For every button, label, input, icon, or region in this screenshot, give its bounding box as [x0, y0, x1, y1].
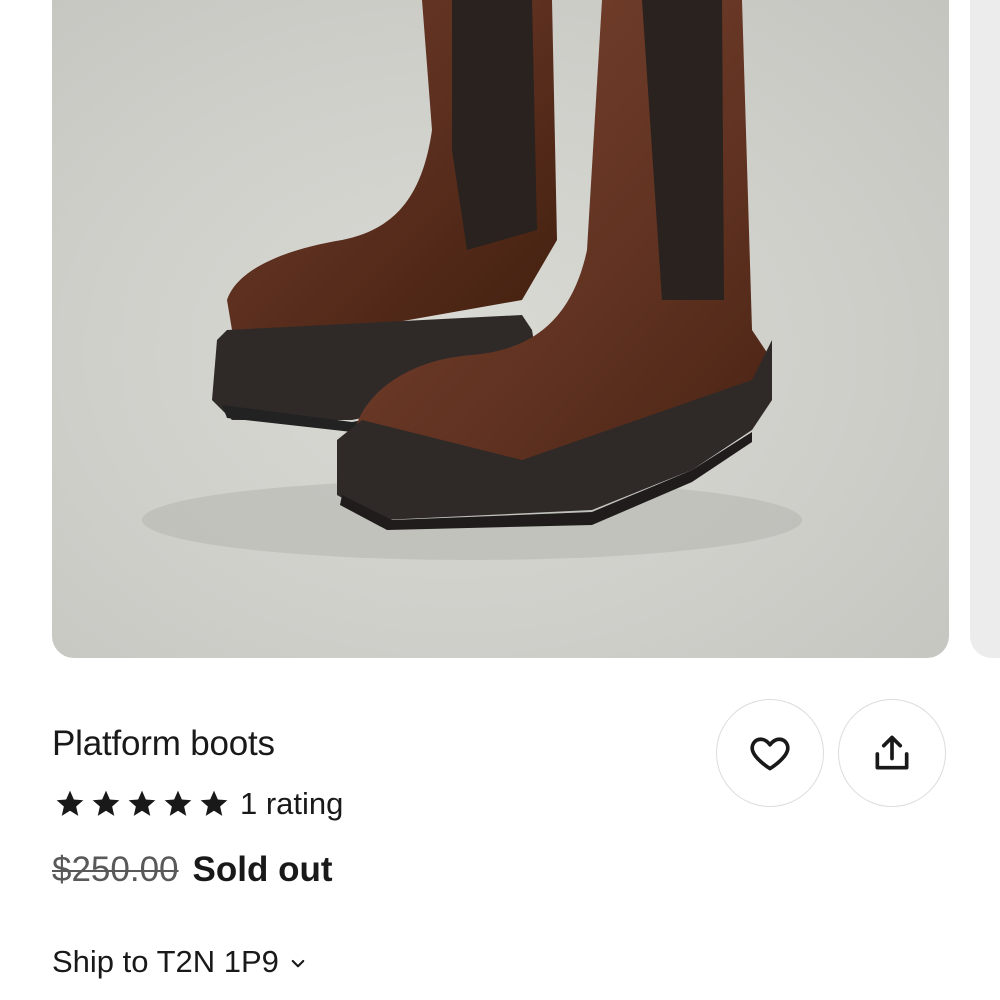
- product-image-carousel[interactable]: [0, 0, 1000, 660]
- star-icon: [164, 790, 192, 816]
- original-price: $250.00: [52, 850, 179, 889]
- star-icon: [92, 790, 120, 816]
- ship-to-selector[interactable]: Ship to T2N 1P9: [52, 944, 307, 980]
- price-row: $250.00 Sold out: [52, 850, 333, 890]
- product-image[interactable]: [52, 0, 949, 658]
- next-image-peek[interactable]: [970, 0, 1000, 658]
- sold-out-status: Sold out: [192, 850, 333, 889]
- star-icon: [128, 790, 156, 816]
- rating-row[interactable]: 1 rating: [54, 784, 343, 824]
- rating-count[interactable]: 1 rating: [240, 786, 343, 822]
- product-title: Platform boots: [52, 724, 275, 763]
- heart-icon: [750, 737, 790, 771]
- chevron-down-icon: [291, 959, 305, 968]
- favorite-button[interactable]: [716, 699, 824, 807]
- star-rating: [54, 788, 230, 820]
- boots-photo: [142, 0, 802, 560]
- ship-to-label: Ship to T2N 1P9: [52, 944, 279, 979]
- share-icon: [875, 735, 909, 770]
- star-icon: [200, 790, 228, 816]
- star-icon: [56, 790, 84, 816]
- share-button[interactable]: [838, 699, 946, 807]
